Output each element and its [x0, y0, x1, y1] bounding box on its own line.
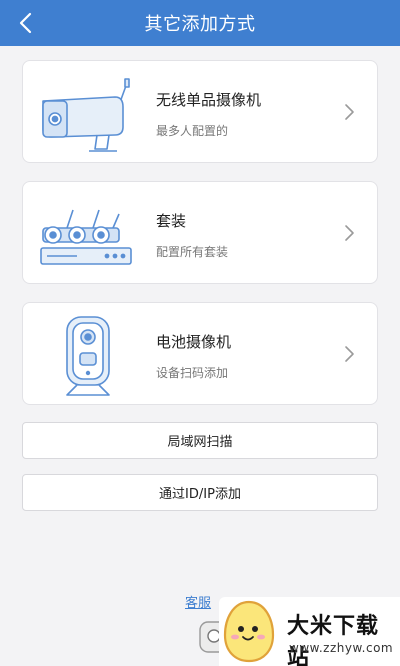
page-title: 其它添加方式 — [144, 14, 256, 35]
watermark-url: www.zzhyw.com — [289, 641, 394, 655]
card-kit[interactable]: 套装 配置所有套装 — [22, 181, 378, 284]
card-title: 套装 — [156, 212, 187, 230]
site-watermark: 大米下载站 www.zzhyw.com — [219, 597, 400, 666]
card-subtitle: 设备扫码添加 — [156, 366, 229, 380]
chevron-right-icon — [345, 104, 354, 120]
card-title: 无线单品摄像机 — [156, 91, 262, 109]
customer-service-link[interactable]: 客服 — [185, 592, 211, 611]
chevron-right-icon — [345, 346, 354, 362]
back-button[interactable] — [12, 10, 38, 36]
card-title: 电池摄像机 — [156, 333, 232, 351]
bullet-camera-icon — [42, 78, 130, 152]
card-subtitle: 配置所有套装 — [156, 245, 229, 259]
chevron-right-icon — [345, 225, 354, 241]
card-subtitle: 最多人配置的 — [156, 124, 229, 138]
lan-scan-button[interactable]: 局域网扫描 — [22, 422, 378, 459]
top-bar: 其它添加方式 — [0, 0, 400, 46]
watermark-title: 大米下载站 — [287, 614, 380, 666]
card-wireless-camera[interactable]: 无线单品摄像机 最多人配置的 — [22, 60, 378, 163]
battery-camera-icon — [66, 316, 110, 396]
rice-mascot-logo — [223, 600, 275, 663]
chevron-left-icon — [19, 12, 32, 34]
add-by-id-button[interactable]: 通过ID/IP添加 — [22, 474, 378, 511]
card-battery-camera[interactable]: 电池摄像机 设备扫码添加 — [22, 302, 378, 405]
nvr-kit-icon — [40, 209, 132, 265]
